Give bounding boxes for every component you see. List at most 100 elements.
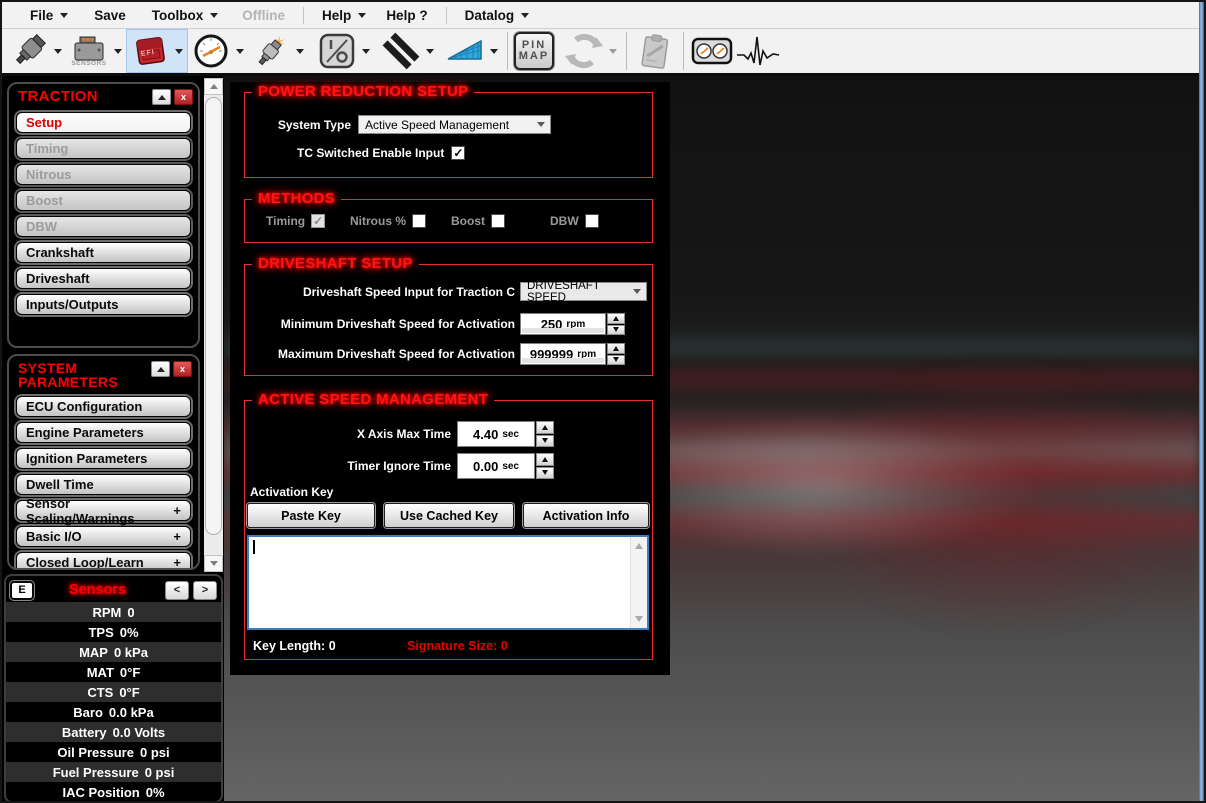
method-dbw-checkbox[interactable] [585,214,599,228]
clipboard-icon [633,30,677,72]
tc-switched-checkbox[interactable] [451,146,465,160]
sidebar-item-engine-parameters[interactable]: Engine Parameters [16,422,191,443]
method-timing-checkbox [311,214,325,228]
sidebar-item-sensor-scaling[interactable]: Sensor Scaling/Warnings+ [16,500,191,521]
chevron-down-icon[interactable] [172,49,186,54]
driveshaft-input-dropdown[interactable]: DRIVESHAFT SPEED [520,282,647,301]
traction-setup-view: POWER REDUCTION SETUP System Type Active… [230,82,670,675]
method-boost-checkbox[interactable] [491,214,505,228]
menu-datalog[interactable]: Datalog [455,8,540,23]
sidebar-scrollbar[interactable] [204,78,223,572]
menu-toolbox[interactable]: Toolbox [142,8,229,23]
spin-down-button[interactable] [536,467,554,480]
sensor-row: Baro0.0 kPa [6,702,221,722]
sidebar-item-ignition-parameters[interactable]: Ignition Parameters [16,448,191,469]
toolbar-io[interactable] [314,29,374,73]
use-cached-key-button[interactable]: Use Cached Key [384,503,514,528]
chevron-down-icon [358,13,366,18]
spin-up-button[interactable] [536,453,554,466]
x-axis-max-time-spinner[interactable]: 4.40 sec [457,421,554,447]
efi-ecu-icon: EFI [128,30,172,72]
toolbar-dash-gauges[interactable] [689,29,735,73]
sidebar-item-crankshaft[interactable]: Crankshaft [16,242,191,263]
toolbar-pin-map[interactable]: PIN MAP [513,29,555,73]
spin-up-button[interactable] [536,421,554,434]
scroll-up-button[interactable] [631,538,647,554]
sidebar-item-driveshaft[interactable]: Driveshaft [16,268,191,289]
sensors-caption: SENSORS [71,60,106,67]
chevron-down-icon[interactable] [233,49,247,54]
spin-up-button[interactable] [607,313,625,324]
scroll-down-button[interactable] [631,611,647,627]
toolbar-stripes[interactable] [378,29,438,73]
sidebar-item-ecu-configuration[interactable]: ECU Configuration [16,396,191,417]
driveshaft-setup-section: DRIVESHAFT SETUP Driveshaft Speed Input … [244,264,653,376]
sidebar-item-basic-io[interactable]: Basic I/O+ [16,526,191,547]
spark-plug-icon [249,30,293,72]
prev-page-button[interactable]: < [165,581,189,600]
menu-offline: Offline [232,8,295,23]
mesh-cone-icon [443,30,487,72]
menu-file[interactable]: File [20,8,78,23]
chevron-down-icon[interactable] [51,49,65,54]
chevron-down-icon [210,13,218,18]
active-speed-management-section: ACTIVE SPEED MANAGEMENT X Axis Max Time … [244,400,653,660]
collapse-panel-button[interactable] [151,361,170,377]
close-panel-button[interactable]: x [174,89,193,105]
expand-button[interactable]: E [10,581,34,600]
toolbar-fuel-injector[interactable] [6,29,66,73]
toolbar-spark-plug[interactable] [248,29,308,73]
toolbar-gauge[interactable] [188,29,248,73]
method-nitrous-checkbox[interactable] [412,214,426,228]
sensor-row: IAC Position0% [6,782,221,802]
min-driveshaft-spinner[interactable]: 250 rpm [520,313,625,335]
timer-ignore-time-spinner[interactable]: 0.00 sec [457,453,554,479]
sidebar-item-dbw: DBW [16,216,191,237]
chevron-down-icon[interactable] [487,49,501,54]
sidebar-item-dwell-time[interactable]: Dwell Time [16,474,191,495]
sensor-row: RPM0 [6,602,221,622]
section-title: METHODS [252,190,341,207]
min-driveshaft-label: Minimum Driveshaft Speed for Activation [245,317,515,331]
activation-info-button[interactable]: Activation Info [523,503,649,528]
chevron-down-icon[interactable] [359,49,373,54]
spin-down-button[interactable] [536,435,554,448]
sensor-row: Oil Pressure0 psi [6,742,221,762]
collapse-panel-button[interactable] [152,89,171,105]
chevron-down-icon[interactable] [423,49,437,54]
spin-down-button[interactable] [607,355,625,366]
scroll-up-button[interactable] [204,78,223,95]
method-nitrous-label: Nitrous % [350,214,406,228]
sidebar-item-closed-loop-learn[interactable]: Closed Loop/Learn+ [16,552,191,570]
toolbar-efi-ecu-selected[interactable]: EFI [126,29,188,73]
timer-ignore-time-label: Timer Ignore Time [245,459,451,473]
chevron-down-icon[interactable] [293,49,307,54]
system-type-dropdown[interactable]: Active Speed Management [358,115,551,134]
max-driveshaft-spinner[interactable]: 999999 rpm [520,343,625,365]
menu-help2[interactable]: Help ? [376,8,437,23]
next-page-button[interactable]: > [193,581,217,600]
textarea-scrollbar[interactable] [630,537,647,628]
scrollbar-thumb[interactable] [205,97,222,535]
spin-up-button[interactable] [607,343,625,354]
section-title: ACTIVE SPEED MANAGEMENT [252,391,494,408]
pin-map-icon: PIN MAP [514,32,554,70]
chevron-down-icon [537,122,545,127]
spin-down-button[interactable] [607,325,625,336]
toolbar-sensors[interactable]: SENSORS [66,29,126,73]
app-window: File Save Toolbox Offline Help Help ? Da… [0,0,1206,803]
menu-save[interactable]: Save [84,8,136,23]
scroll-down-button[interactable] [204,555,223,572]
sidebar-item-inputs-outputs[interactable]: Inputs/Outputs [16,294,191,315]
activation-key-textarea[interactable] [247,535,649,630]
sidebar-item-setup[interactable]: Setup [16,112,191,133]
close-panel-button[interactable]: x [173,361,192,377]
menu-separator [303,7,304,24]
paste-key-button[interactable]: Paste Key [247,503,375,528]
chevron-down-icon[interactable] [111,49,125,54]
toolbar-3d-map[interactable] [442,29,502,73]
menu-help[interactable]: Help [312,8,376,23]
toolbar-datalog-pulse[interactable] [735,29,781,73]
sensor-row: CTS0°F [6,682,221,702]
pulse-ecg-icon [736,30,780,72]
